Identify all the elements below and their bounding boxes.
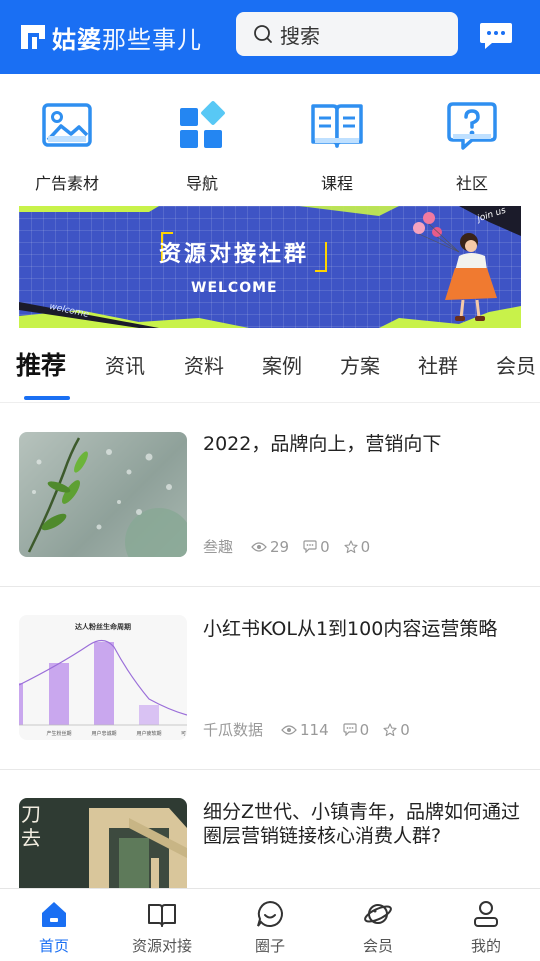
article-title[interactable]: 细分Z世代、小镇青年，品牌如何通过圈层营销链接核心消费人群? xyxy=(203,800,523,848)
star-icon xyxy=(383,722,397,736)
comments-value: 0 xyxy=(359,720,370,739)
nav-resources[interactable]: 资源对接 xyxy=(108,899,216,956)
article-thumbnail: 达人粉丝生命周期 产生粉丝期 用户忠诚期 用户疲软期 可 xyxy=(19,615,187,740)
tab-communities[interactable]: 社群 xyxy=(418,350,458,379)
open-book-icon xyxy=(148,904,176,927)
nav-label: 资源对接 xyxy=(131,937,192,955)
article-card[interactable]: 刀 去 细分Z世代、小镇青年，品牌如何通过圈层营销链接核心消费人群? xyxy=(0,770,540,888)
top-header: 姑婆 那些事儿 搜索 xyxy=(0,0,540,74)
banner-welcome: WELCOME xyxy=(191,280,278,296)
tab-news[interactable]: 资讯 xyxy=(105,350,145,379)
grid-nav-icon xyxy=(180,101,225,148)
search-input[interactable]: 搜索 xyxy=(236,12,458,56)
architecture-photo xyxy=(89,808,187,888)
stars-count: 0 xyxy=(344,537,371,556)
article-source: 千瓜数据 xyxy=(203,721,264,739)
logo-mark-icon xyxy=(21,25,45,49)
thumb-chart-title: 达人粉丝生命周期 xyxy=(75,622,131,631)
quick-link-nav[interactable]: 导航 xyxy=(147,92,257,194)
article-title[interactable]: 2022，品牌向上，营销向下 xyxy=(203,432,523,457)
banner-title: 资源对接社群 xyxy=(159,242,310,267)
search-placeholder: 搜索 xyxy=(280,23,320,48)
banner-bracket-right xyxy=(315,242,327,272)
article-meta: 千瓜数据 114 0 0 xyxy=(203,719,424,740)
article-title[interactable]: 小红书KOL从1到100内容运营策略 xyxy=(203,617,523,642)
lifecycle-chart-image: 达人粉丝生命周期 产生粉丝期 用户忠诚期 用户疲软期 可 xyxy=(19,622,187,737)
eye-icon xyxy=(251,541,267,552)
article-card[interactable]: 2022，品牌向上，营销向下 叁趣 29 0 0 xyxy=(0,404,540,587)
search-icon xyxy=(254,25,272,43)
eye-icon xyxy=(281,724,297,735)
book-icon xyxy=(311,104,363,148)
comment-icon xyxy=(343,723,357,736)
stars-value: 0 xyxy=(400,720,410,739)
thumb-chart-label: 用户疲软期 xyxy=(136,730,161,737)
stars-count: 0 xyxy=(383,721,410,739)
quick-link-label: 广告素材 xyxy=(34,174,99,193)
nav-profile[interactable]: 我的 xyxy=(432,899,540,956)
thumb-overlay-text: 刀 去 xyxy=(21,802,41,850)
quick-link-ad-materials[interactable]: 广告素材 xyxy=(12,92,122,194)
quick-link-label: 课程 xyxy=(320,174,353,193)
active-tab-indicator xyxy=(24,396,70,400)
tab-materials[interactable]: 资料 xyxy=(184,350,224,379)
nav-label: 圈子 xyxy=(254,937,285,955)
views-value: 114 xyxy=(300,720,329,739)
smile-bubble-icon xyxy=(257,900,283,927)
comments-count: 0 xyxy=(303,538,330,556)
question-bubble-icon xyxy=(447,102,497,150)
stars-value: 0 xyxy=(360,537,371,556)
quick-link-community[interactable]: 社区 xyxy=(417,92,527,194)
comment-icon xyxy=(303,540,317,553)
quick-links: 广告素材 导航 课程 社区 xyxy=(0,92,540,194)
plant-photo xyxy=(27,437,187,557)
views-count: 114 xyxy=(281,721,329,739)
nav-membership[interactable]: 会员 xyxy=(324,899,432,956)
views-count: 29 xyxy=(251,538,289,556)
star-icon xyxy=(344,539,358,553)
nav-label: 我的 xyxy=(470,937,501,955)
article-source: 叁趣 xyxy=(203,538,234,556)
article-card[interactable]: 达人粉丝生命周期 产生粉丝期 用户忠诚期 用户疲软期 可 小红书KOL从1到10… xyxy=(0,587,540,770)
thumb-chart-label: 产生粉丝期 xyxy=(46,730,71,737)
tab-recommend[interactable]: 推荐 xyxy=(16,346,66,382)
user-icon xyxy=(474,901,498,927)
logo-thin-text: 那些事儿 xyxy=(102,25,202,54)
views-value: 29 xyxy=(270,537,290,556)
thumb-chart-label: 可 xyxy=(181,731,186,737)
article-thumbnail: 刀 去 xyxy=(19,798,187,888)
planet-icon xyxy=(364,904,392,924)
quick-link-courses[interactable]: 课程 xyxy=(282,92,392,194)
bottom-navigation: 首页 资源对接 圈子 会员 我的 xyxy=(0,888,540,961)
tab-membership[interactable]: 会员 xyxy=(496,350,536,379)
category-tabs: 推荐 资讯 资料 案例 方案 社群 会员 xyxy=(0,344,540,403)
nav-circles[interactable]: 圈子 xyxy=(216,899,324,956)
logo-bold-text: 姑婆 xyxy=(52,25,102,54)
tab-plans[interactable]: 方案 xyxy=(340,350,380,379)
comments-value: 0 xyxy=(320,537,330,556)
nav-label: 首页 xyxy=(38,937,69,955)
app-logo[interactable]: 姑婆 那些事儿 xyxy=(18,20,202,54)
quick-link-label: 社区 xyxy=(455,174,488,193)
home-icon xyxy=(42,902,66,927)
image-icon xyxy=(42,103,92,147)
nav-home[interactable]: 首页 xyxy=(0,899,108,956)
article-meta: 叁趣 29 0 0 xyxy=(203,536,384,557)
nav-label: 会员 xyxy=(362,937,393,955)
comments-count: 0 xyxy=(343,720,370,739)
article-thumbnail xyxy=(19,432,187,557)
quick-link-label: 导航 xyxy=(185,174,218,193)
thumb-chart-label: 用户忠诚期 xyxy=(91,730,116,737)
promo-banner[interactable]: 资源对接社群 WELCOME join us welcome xyxy=(19,206,521,328)
tab-cases[interactable]: 案例 xyxy=(262,350,302,379)
chat-bubble-icon[interactable] xyxy=(478,20,514,52)
